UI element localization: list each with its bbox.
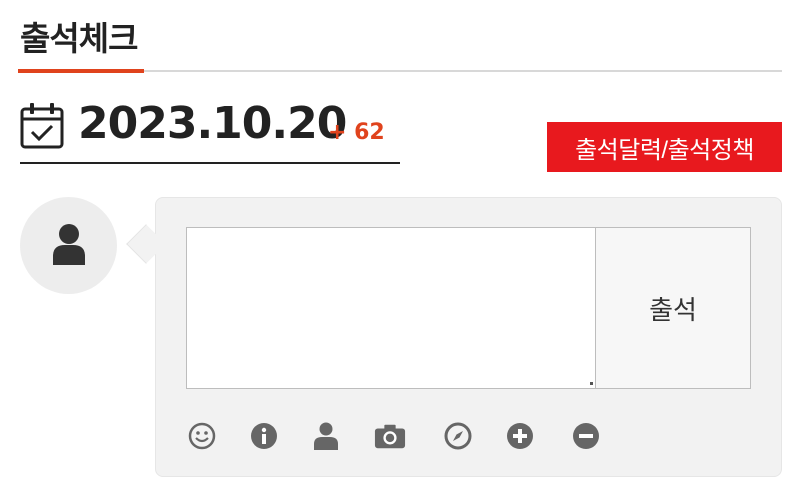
- page-title: 출석체크: [20, 19, 138, 58]
- date-bar: 2023.10.20 + 62: [20, 96, 400, 164]
- user-avatar-icon: [51, 223, 87, 269]
- attendance-comment-input[interactable]: [186, 227, 596, 389]
- title-accent-bar: [18, 69, 144, 73]
- smiley-icon[interactable]: [186, 420, 218, 452]
- attendance-submit-button[interactable]: 출석: [595, 227, 751, 389]
- avatar: [20, 197, 117, 294]
- calendar-check-icon: [20, 101, 64, 149]
- info-icon[interactable]: [248, 420, 280, 452]
- camera-icon[interactable]: [374, 420, 406, 452]
- compass-icon[interactable]: [442, 420, 474, 452]
- minus-circle-icon[interactable]: [570, 420, 602, 452]
- attendance-calendar-policy-button[interactable]: 출석달력/출석정책: [547, 122, 782, 172]
- plus-circle-icon[interactable]: [504, 420, 536, 452]
- resize-handle[interactable]: [590, 382, 593, 385]
- user-icon[interactable]: [310, 420, 342, 452]
- attendance-count: + 62: [328, 120, 385, 145]
- attendance-date: 2023.10.20: [78, 98, 347, 149]
